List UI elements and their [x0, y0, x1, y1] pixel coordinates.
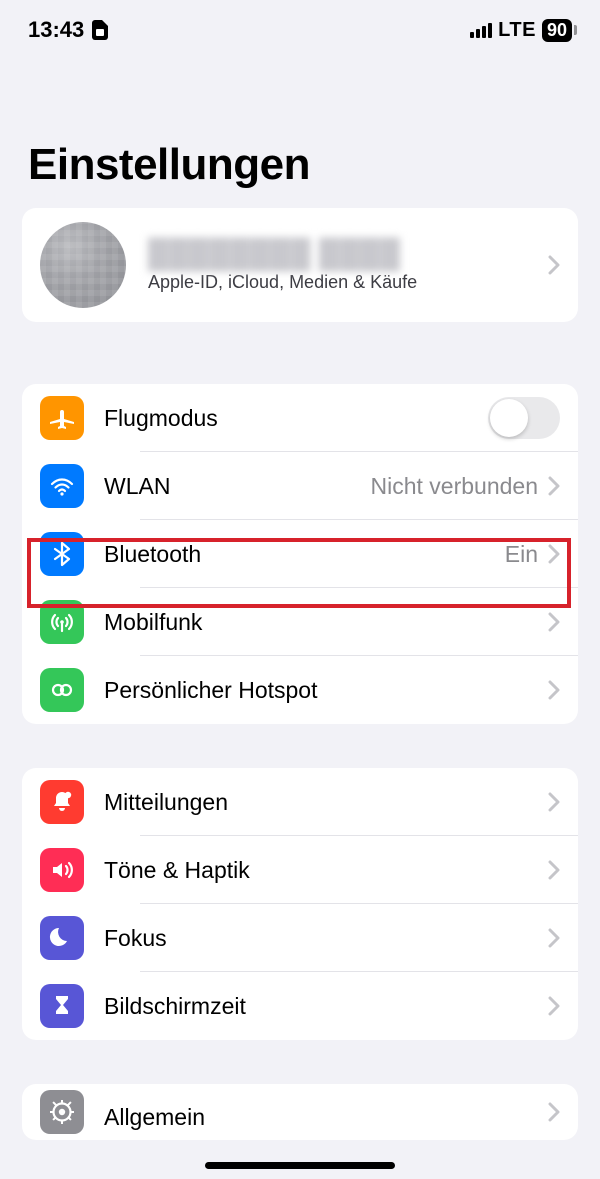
- row-label: Persönlicher Hotspot: [104, 677, 548, 704]
- airplane-icon: [40, 396, 84, 440]
- row-mitteilungen[interactable]: Mitteilungen: [22, 768, 578, 836]
- chevron-right-icon: [548, 612, 560, 632]
- row-fokus[interactable]: Fokus: [22, 904, 578, 972]
- account-row[interactable]: ████████ ████ Apple-ID, iCloud, Medien &…: [22, 208, 578, 322]
- row-label: WLAN: [104, 473, 371, 500]
- chevron-right-icon: [548, 792, 560, 812]
- chevron-right-icon: [548, 680, 560, 700]
- chevron-right-icon: [548, 1102, 560, 1122]
- avatar: [40, 222, 126, 308]
- account-name: ████████ ████: [148, 238, 548, 270]
- status-time: 13:43: [28, 17, 84, 43]
- bell-icon: [40, 780, 84, 824]
- general-section: Allgemein: [22, 1084, 578, 1140]
- wifi-icon: [40, 464, 84, 508]
- account-text: ████████ ████ Apple-ID, iCloud, Medien &…: [148, 238, 548, 293]
- status-left: 13:43: [28, 17, 108, 43]
- speaker-icon: [40, 848, 84, 892]
- chevron-right-icon: [548, 928, 560, 948]
- moon-icon: [40, 916, 84, 960]
- network-type: LTE: [498, 19, 536, 42]
- sim-card-icon: [92, 20, 108, 40]
- row-toene[interactable]: Töne & Haptik: [22, 836, 578, 904]
- row-label: Flugmodus: [104, 405, 488, 432]
- row-label: Allgemein: [104, 1094, 548, 1131]
- hourglass-icon: [40, 984, 84, 1028]
- account-section: ████████ ████ Apple-ID, iCloud, Medien &…: [22, 208, 578, 322]
- row-bluetooth[interactable]: Bluetooth Ein: [22, 520, 578, 588]
- flugmodus-toggle[interactable]: [488, 397, 560, 439]
- row-bildschirmzeit[interactable]: Bildschirmzeit: [22, 972, 578, 1040]
- chevron-right-icon: [548, 996, 560, 1016]
- status-bar: 13:43 LTE 90: [0, 0, 600, 60]
- row-allgemein[interactable]: Allgemein: [22, 1084, 578, 1140]
- chevron-right-icon: [548, 255, 560, 275]
- row-wlan[interactable]: WLAN Nicht verbunden: [22, 452, 578, 520]
- row-label: Bildschirmzeit: [104, 993, 548, 1020]
- home-indicator[interactable]: [205, 1162, 395, 1169]
- connectivity-section: Flugmodus WLAN Nicht verbunden Bluetooth…: [22, 384, 578, 724]
- cellular-icon: [40, 600, 84, 644]
- row-hotspot[interactable]: Persönlicher Hotspot: [22, 656, 578, 724]
- status-right: LTE 90: [470, 19, 572, 42]
- chevron-right-icon: [548, 860, 560, 880]
- account-subtitle: Apple-ID, iCloud, Medien & Käufe: [148, 272, 548, 293]
- row-label: Bluetooth: [104, 541, 505, 568]
- chevron-right-icon: [548, 544, 560, 564]
- row-value: Nicht verbunden: [371, 473, 539, 500]
- cellular-signal-icon: [470, 22, 492, 38]
- bluetooth-icon: [40, 532, 84, 576]
- row-mobilfunk[interactable]: Mobilfunk: [22, 588, 578, 656]
- row-value: Ein: [505, 541, 538, 568]
- page-title: Einstellungen: [0, 60, 600, 208]
- row-flugmodus[interactable]: Flugmodus: [22, 384, 578, 452]
- hotspot-icon: [40, 668, 84, 712]
- row-label: Töne & Haptik: [104, 857, 548, 884]
- gear-icon: [40, 1090, 84, 1134]
- row-label: Mobilfunk: [104, 609, 548, 636]
- notifications-section: Mitteilungen Töne & Haptik Fokus Bil: [22, 768, 578, 1040]
- row-label: Mitteilungen: [104, 789, 548, 816]
- chevron-right-icon: [548, 476, 560, 496]
- row-label: Fokus: [104, 925, 548, 952]
- battery-indicator: 90: [542, 19, 572, 42]
